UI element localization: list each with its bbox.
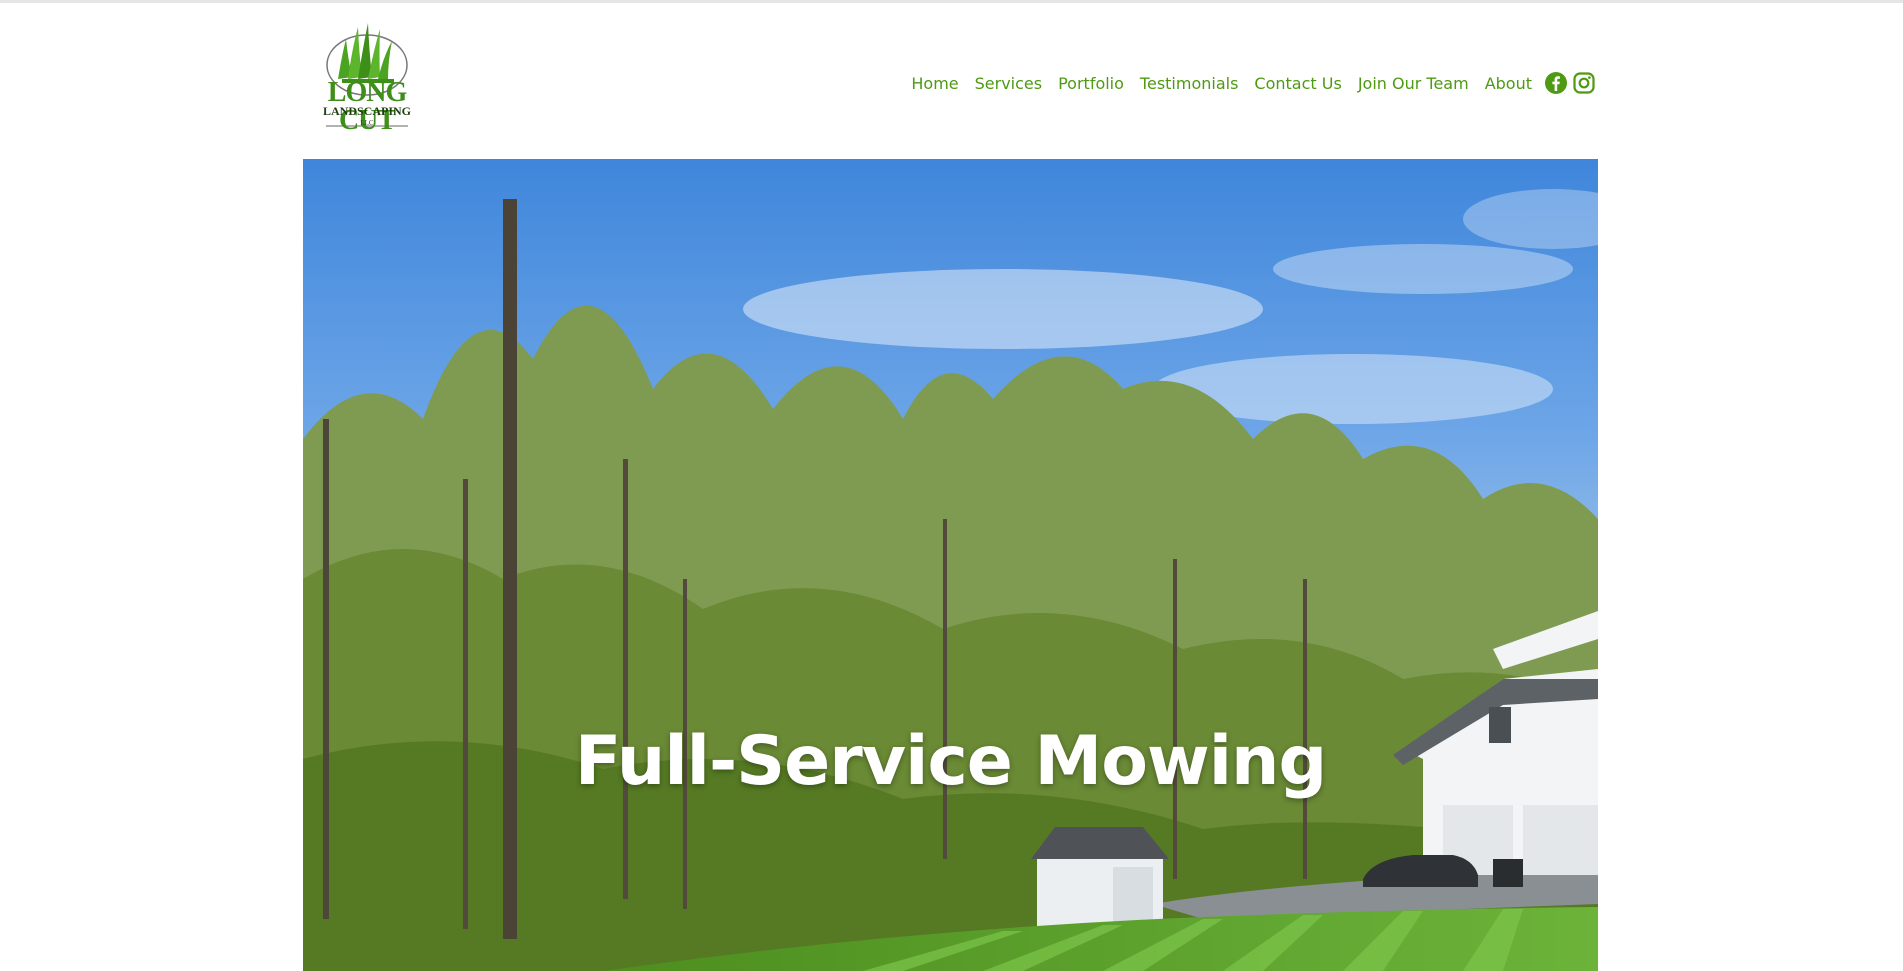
- nav-home[interactable]: Home: [911, 74, 958, 93]
- nav-services[interactable]: Services: [975, 74, 1042, 93]
- nav-testimonials[interactable]: Testimonials: [1140, 74, 1239, 93]
- nav-portfolio[interactable]: Portfolio: [1058, 74, 1124, 93]
- main-nav: Home Services Portfolio Testimonials Con…: [911, 71, 1596, 95]
- social-links: [1544, 71, 1596, 95]
- nav-contact-us[interactable]: Contact Us: [1254, 74, 1341, 93]
- nav-about[interactable]: About: [1485, 74, 1532, 93]
- instagram-icon[interactable]: [1572, 71, 1596, 95]
- logo-name-line2: LANDSCAPING: [322, 104, 411, 118]
- nav-join-our-team[interactable]: Join Our Team: [1358, 74, 1469, 93]
- facebook-icon[interactable]: [1544, 71, 1568, 95]
- hero-banner: Full-Service Mowing: [303, 159, 1598, 971]
- logo-suffix: LLC: [360, 119, 374, 127]
- hero-title: Full-Service Mowing: [574, 722, 1327, 801]
- logo[interactable]: LONG CUT LANDSCAPING LLC: [308, 19, 426, 135]
- site-header: LONG CUT LANDSCAPING LLC Home Services P…: [303, 3, 1598, 159]
- hero-photo: [303, 159, 1598, 971]
